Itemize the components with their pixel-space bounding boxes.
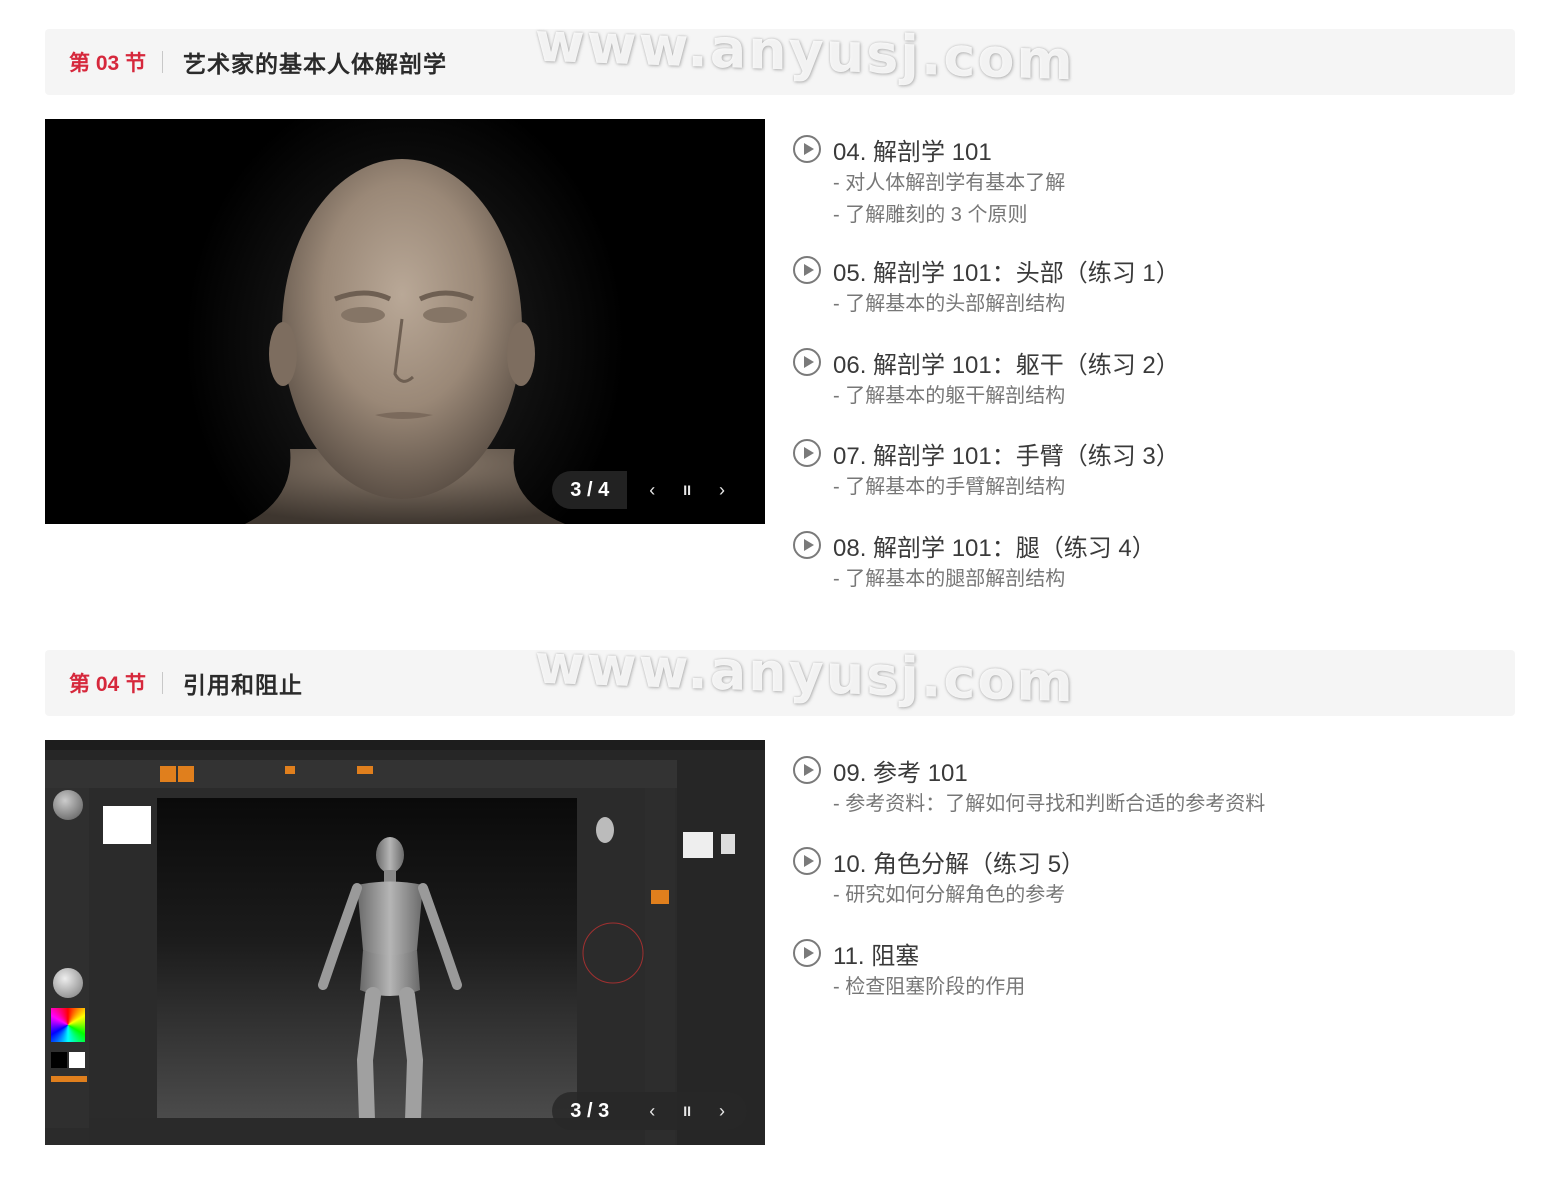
next-slide-button[interactable]: › xyxy=(719,1101,725,1122)
lesson-desc: - 检查阻塞阶段的作用 xyxy=(833,976,1026,998)
play-icon[interactable] xyxy=(793,531,821,559)
lesson-title: 07. 解剖学 101：手臂（练习 3） xyxy=(833,442,1180,470)
lesson-title: 08. 解剖学 101：腿（练习 4） xyxy=(833,534,1156,562)
lesson-list-section-04: 09. 参考 101 - 参考资料：了解如何寻找和判断合适的参考资料 10. 角… xyxy=(793,752,1493,1005)
head-sculpt-illustration xyxy=(245,159,565,524)
lesson-desc: - 了解基本的躯干解剖结构 xyxy=(833,385,1066,407)
play-icon[interactable] xyxy=(793,939,821,967)
section-title: 引用和阻止 xyxy=(183,672,304,698)
slider-controls: 3 / 4 ‹ II › xyxy=(552,471,747,509)
section-number: 第 04 节 xyxy=(69,673,147,696)
prev-slide-button[interactable]: ‹ xyxy=(649,480,655,501)
section-04-header: 第 04 节 引用和阻止 xyxy=(45,650,1515,716)
play-icon[interactable] xyxy=(793,348,821,376)
video-slider-section-04[interactable]: 3 / 3 ‹ II › xyxy=(45,740,765,1145)
lesson-title: 06. 解剖学 101：躯干（练习 2） xyxy=(833,351,1180,379)
lesson-item[interactable]: 05. 解剖学 101：头部（练习 1） - 了解基本的头部解剖结构 xyxy=(793,252,1493,344)
play-icon[interactable] xyxy=(793,256,821,284)
slide-counter: 3 / 4 xyxy=(552,471,628,509)
play-icon[interactable] xyxy=(793,135,821,163)
section-title: 艺术家的基本人体解剖学 xyxy=(183,51,448,77)
lesson-desc: - 了解雕刻的 3 个原则 xyxy=(833,204,1028,226)
lesson-title: 10. 角色分解（练习 5） xyxy=(833,850,1086,878)
lesson-item[interactable]: 09. 参考 101 - 参考资料：了解如何寻找和判断合适的参考资料 xyxy=(793,752,1493,843)
play-icon[interactable] xyxy=(793,756,821,784)
lesson-item[interactable]: 04. 解剖学 101 - 对人体解剖学有基本了解 - 了解雕刻的 3 个原则 xyxy=(793,131,1493,252)
lesson-list-section-03: 04. 解剖学 101 - 对人体解剖学有基本了解 - 了解雕刻的 3 个原则 … xyxy=(793,131,1493,597)
next-slide-button[interactable]: › xyxy=(719,480,725,501)
lesson-title: 11. 阻塞 xyxy=(833,942,920,970)
lesson-item[interactable]: 06. 解剖学 101：躯干（练习 2） - 了解基本的躯干解剖结构 xyxy=(793,344,1493,435)
pause-button[interactable]: II xyxy=(683,1103,691,1119)
slide-counter: 3 / 3 xyxy=(552,1092,628,1130)
lesson-item[interactable]: 10. 角色分解（练习 5） - 研究如何分解角色的参考 xyxy=(793,843,1493,935)
lesson-desc: - 了解基本的腿部解剖结构 xyxy=(833,568,1066,590)
play-icon[interactable] xyxy=(793,847,821,875)
divider xyxy=(162,51,164,73)
lesson-item[interactable]: 08. 解剖学 101：腿（练习 4） - 了解基本的腿部解剖结构 xyxy=(793,527,1493,597)
lesson-title: 04. 解剖学 101 xyxy=(833,138,992,166)
lesson-item[interactable]: 11. 阻塞 - 检查阻塞阶段的作用 xyxy=(793,935,1493,1005)
lesson-desc: - 研究如何分解角色的参考 xyxy=(833,884,1066,906)
play-icon[interactable] xyxy=(793,439,821,467)
section-03-header: 第 03 节 艺术家的基本人体解剖学 xyxy=(45,29,1515,95)
lesson-desc: - 参考资料：了解如何寻找和判断合适的参考资料 xyxy=(833,793,1266,815)
lesson-desc: - 对人体解剖学有基本了解 xyxy=(833,172,1066,194)
lesson-item[interactable]: 07. 解剖学 101：手臂（练习 3） - 了解基本的手臂解剖结构 xyxy=(793,435,1493,527)
lesson-desc: - 了解基本的手臂解剖结构 xyxy=(833,476,1066,498)
slider-controls: 3 / 3 ‹ II › xyxy=(552,1092,747,1130)
lesson-title: 05. 解剖学 101：头部（练习 1） xyxy=(833,259,1180,287)
video-slider-section-03[interactable]: 3 / 4 ‹ II › xyxy=(45,119,765,524)
pause-button[interactable]: II xyxy=(683,482,691,498)
prev-slide-button[interactable]: ‹ xyxy=(649,1101,655,1122)
section-number: 第 03 节 xyxy=(69,52,147,75)
lesson-desc: - 了解基本的头部解剖结构 xyxy=(833,293,1066,315)
lesson-title: 09. 参考 101 xyxy=(833,759,968,787)
divider xyxy=(162,672,164,694)
video-frame-zbrush-ui xyxy=(45,740,765,1145)
